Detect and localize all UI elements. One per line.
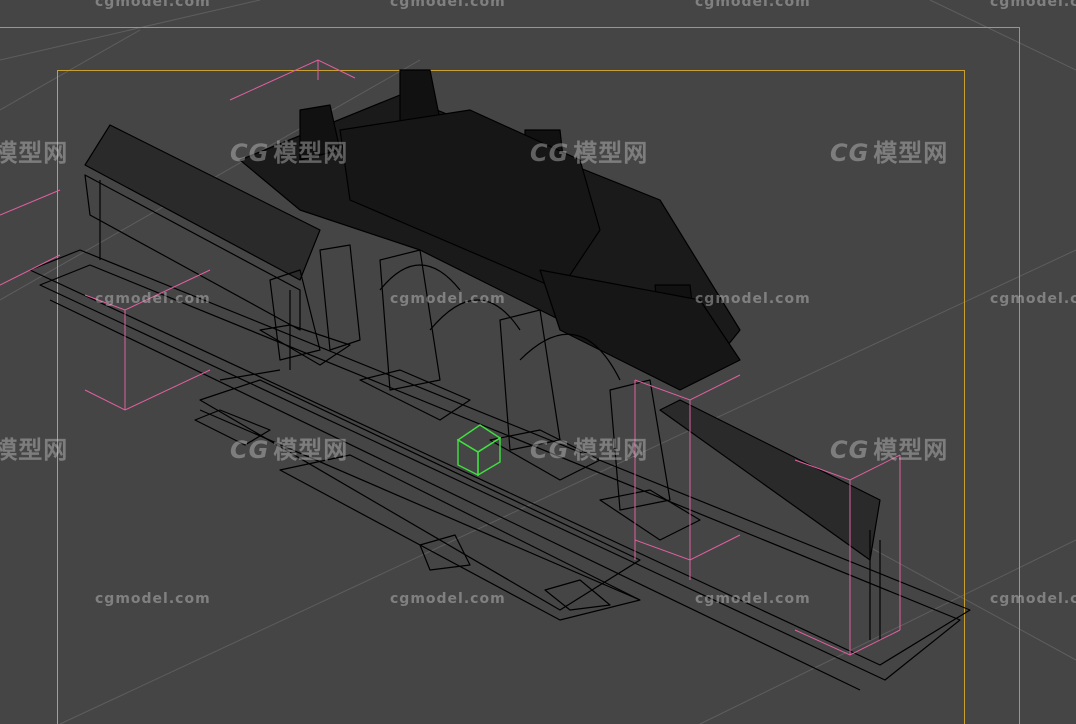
- watermark-text: cgmodel.com: [990, 591, 1076, 607]
- watermark-logo: CG模型网: [530, 139, 649, 167]
- watermark-logo: CG模型网: [230, 139, 349, 167]
- watermark-logo: CG模型网: [230, 436, 349, 464]
- watermark-text: cgmodel.com: [695, 291, 811, 307]
- watermark-logo: CG模型网: [530, 436, 649, 464]
- gate-wireframe-model[interactable]: [0, 0, 1076, 724]
- watermark-logo: CG模型网: [0, 139, 69, 167]
- watermark-text: cgmodel.com: [390, 291, 506, 307]
- watermark-text: cgmodel.com: [990, 0, 1076, 10]
- watermark-text: cgmodel.com: [95, 591, 211, 607]
- watermark-text: cgmodel.com: [390, 591, 506, 607]
- watermark-logo: CG模型网: [830, 436, 949, 464]
- watermark-text: cgmodel.com: [695, 0, 811, 10]
- watermark-logo: CG模型网: [830, 139, 949, 167]
- watermark-text: cgmodel.com: [695, 591, 811, 607]
- watermark-text: cgmodel.com: [95, 291, 211, 307]
- watermark-logo: CG模型网: [0, 436, 69, 464]
- watermark-text: cgmodel.com: [95, 0, 211, 10]
- 3d-viewport[interactable]: cgmodel.com cgmodel.com cgmodel.com cgmo…: [0, 0, 1076, 724]
- watermark-text: cgmodel.com: [990, 291, 1076, 307]
- watermark-text: cgmodel.com: [390, 0, 506, 10]
- helper-cube-icon: [456, 424, 502, 477]
